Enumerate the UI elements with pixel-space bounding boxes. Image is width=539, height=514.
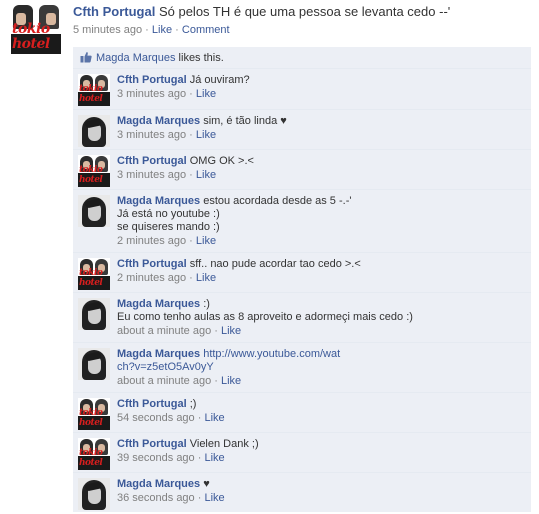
comment-like-link[interactable]: Like (204, 492, 224, 504)
comment-timestamp: about a minute ago (117, 325, 212, 337)
comment-timestamp: 2 minutes ago (117, 235, 187, 247)
separator: · (145, 24, 149, 36)
comment-like-link[interactable]: Like (221, 325, 241, 337)
comment-text: Já ouviram? (189, 74, 250, 86)
comment-timestamp: 3 minutes ago (117, 129, 187, 141)
separator: · (189, 169, 193, 181)
separator: · (214, 325, 218, 337)
commenter-avatar[interactable] (78, 195, 110, 227)
likes-sentence: Magda Marques likes this. (73, 47, 531, 69)
comment-timestamp: about a minute ago (117, 375, 212, 387)
commenter-avatar[interactable]: tokio hotel (78, 74, 110, 106)
comment-like-link[interactable]: Like (196, 129, 216, 141)
separator: · (189, 88, 193, 100)
comment-text: Eu como tenho aulas as 8 aproveito e ado… (117, 311, 413, 323)
avatar-logo: tokio hotel (79, 84, 103, 104)
avatar-logo: tokio hotel (79, 165, 103, 185)
comment-item: Magda Marques http://www.youtube.com/wat… (73, 342, 531, 392)
comment-timestamp: 36 seconds ago (117, 492, 195, 504)
commenter-avatar[interactable]: tokio hotel (78, 155, 110, 187)
comment-like-link[interactable]: Like (196, 235, 216, 247)
comment-text: :) (203, 298, 210, 310)
commenter-name-link[interactable]: Cfth Portugal (117, 74, 187, 86)
separator: · (175, 24, 179, 36)
comment-url-link[interactable]: ch?v=z5etO5Av0yY (117, 361, 214, 373)
story-author-link[interactable]: Cfth Portugal (73, 4, 155, 19)
commenter-avatar[interactable]: tokio hotel (78, 438, 110, 470)
story-comment-link[interactable]: Comment (182, 24, 230, 36)
comment-item: tokio hotel Cfth Portugal ;) 54 seconds ag… (73, 392, 531, 432)
separator: · (189, 129, 193, 141)
comment-item: Magda Marques :) Eu como tenho aulas as 8… (73, 292, 531, 342)
comment-timestamp: 3 minutes ago (117, 169, 187, 181)
comment-timestamp: 2 minutes ago (117, 272, 187, 284)
commenter-avatar[interactable] (78, 115, 110, 147)
comment-item: tokio hotel Cfth Portugal Já ouviram? 3 mi… (73, 69, 531, 109)
avatar-logo: tokio hotel (79, 448, 103, 468)
story-message: Só pelos TH é que uma pessoa se levanta … (158, 4, 451, 19)
comment-text: se quiseres mando :) (117, 221, 220, 233)
liker-name-link[interactable]: Magda Marques (96, 52, 176, 64)
comment-like-link[interactable]: Like (196, 88, 216, 100)
comment-like-link[interactable]: Like (196, 169, 216, 181)
comments-block: Magda Marques likes this. tokio hotel Cft… (73, 47, 531, 512)
likes-suffix: likes this. (175, 52, 224, 64)
avatar-logo: tokio hotel (79, 408, 103, 428)
commenter-name-link[interactable]: Cfth Portugal (117, 438, 187, 450)
comment-list: tokio hotel Cfth Portugal Já ouviram? 3 mi… (73, 69, 531, 512)
comment-like-link[interactable]: Like (204, 452, 224, 464)
comment-text: OMG OK >.< (189, 155, 254, 167)
author-avatar[interactable]: tokio hotel (11, 4, 61, 54)
commenter-name-link[interactable]: Magda Marques (117, 478, 200, 490)
separator: · (197, 452, 202, 464)
commenter-avatar[interactable] (78, 478, 110, 510)
commenter-avatar[interactable] (78, 298, 110, 330)
comment-item: tokio hotel Cfth Portugal OMG OK >.< 3 min… (73, 149, 531, 189)
comment-text: sim, é tão linda ♥ (203, 115, 287, 127)
comment-item: tokio hotel Cfth Portugal sff.. nao pude … (73, 252, 531, 292)
comment-text: Vielen Dank ;) (189, 438, 259, 450)
separator: · (197, 412, 202, 424)
comment-text: Já está no youtube :) (117, 208, 220, 220)
comment-timestamp: 39 seconds ago (117, 452, 195, 464)
comment-like-link[interactable]: Like (196, 272, 216, 284)
separator: · (189, 235, 193, 247)
avatar-logo: tokio hotel (79, 268, 103, 288)
separator: · (189, 272, 193, 284)
comment-item: tokio hotel Cfth Portugal Vielen Dank ;) 3… (73, 432, 531, 472)
commenter-name-link[interactable]: Cfth Portugal (117, 155, 187, 167)
story-timestamp[interactable]: 5 minutes ago (73, 24, 142, 36)
commenter-name-link[interactable]: Magda Marques (117, 298, 200, 310)
commenter-name-link[interactable]: Cfth Portugal (117, 258, 187, 270)
commenter-name-link[interactable]: Magda Marques (117, 195, 200, 207)
commenter-name-link[interactable]: Magda Marques (117, 348, 200, 360)
separator: · (197, 492, 202, 504)
comment-text: sff.. nao pude acordar tao cedo >.< (189, 258, 361, 270)
comment-timestamp: 54 seconds ago (117, 412, 195, 424)
comment-url-link[interactable]: http://www.youtube.com/wat (203, 348, 340, 360)
thumbs-up-icon (80, 49, 92, 63)
avatar-logo: tokio hotel (12, 21, 50, 52)
comment-like-link[interactable]: Like (204, 412, 224, 424)
comment-text: ;) (189, 398, 197, 410)
comment-item: Magda Marques sim, é tão linda ♥ 3 minute… (73, 109, 531, 149)
commenter-avatar[interactable]: tokio hotel (78, 398, 110, 430)
comment-like-link[interactable]: Like (221, 375, 241, 387)
comment-item: Magda Marques estou acordada desde as 5 … (73, 189, 531, 252)
commenter-avatar[interactable]: tokio hotel (78, 258, 110, 290)
commenter-name-link[interactable]: Cfth Portugal (117, 398, 187, 410)
story-like-link[interactable]: Like (152, 24, 172, 36)
commenter-avatar[interactable] (78, 348, 110, 380)
comment-text: estou acordada desde as 5 -.-' (203, 195, 352, 207)
commenter-name-link[interactable]: Magda Marques (117, 115, 200, 127)
comment-text: ♥ (203, 478, 210, 490)
comment-item: Magda Marques ♥ 36 seconds ago · Like (73, 472, 531, 512)
separator: · (214, 375, 218, 387)
comment-timestamp: 3 minutes ago (117, 88, 187, 100)
